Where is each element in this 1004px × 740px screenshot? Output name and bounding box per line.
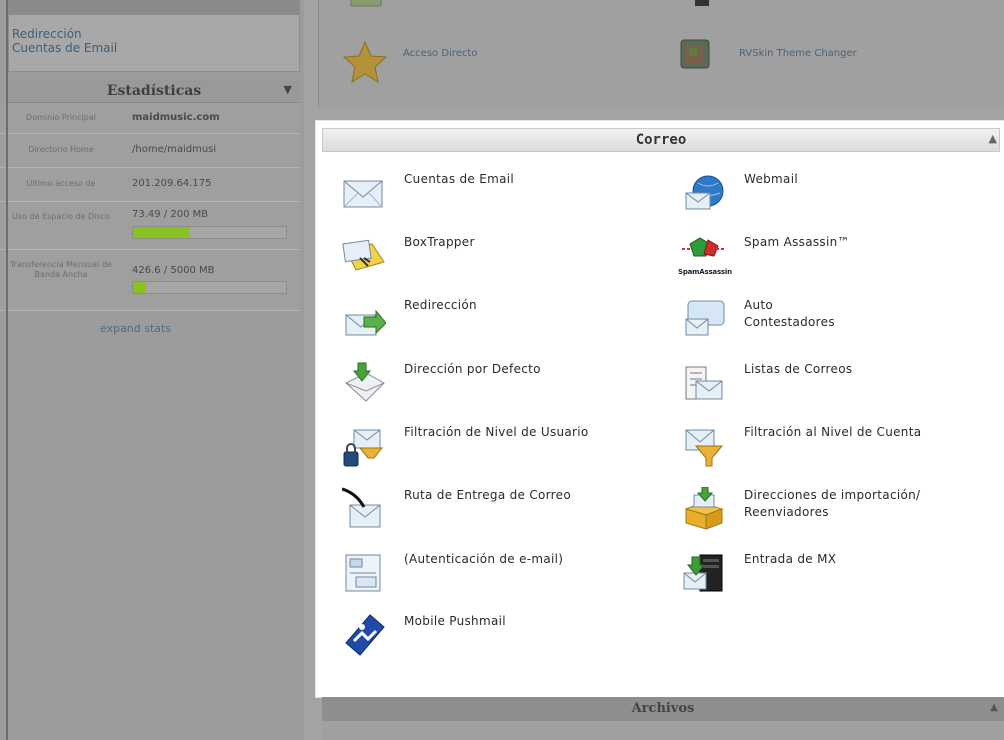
pushmail-icon <box>345 614 385 656</box>
item-label: Cuentas de Email <box>404 172 515 186</box>
collapse-arrow-icon[interactable]: ▲ <box>990 702 998 713</box>
stats-label: Dominio Principal <box>26 113 96 122</box>
item-label: BoxTrapper <box>404 235 475 249</box>
archivos-title: Archivos <box>631 701 695 716</box>
disk-usage-fill <box>133 227 190 238</box>
stats-value: maidmusic.com <box>132 112 220 123</box>
account-filter-icon <box>685 429 724 467</box>
item-label: Direcciones de importación/ Reenviadores <box>744 488 921 519</box>
tool-icon <box>695 0 709 6</box>
stats-title: Estadísticas <box>106 83 202 99</box>
item-label: Entrada de MX <box>744 552 837 566</box>
item-label: Mobile Pushmail <box>404 614 506 628</box>
item-label: Ruta de Entrega de Correo <box>404 488 571 502</box>
stats-row-last-access: Último acceso de 201.209.64.175 <box>0 168 300 202</box>
sidebar: Redirección Cuentas de Email Estadística… <box>0 0 304 740</box>
email-auth-icon <box>345 554 381 592</box>
archivos-panel: Archivos ▲ <box>322 697 1004 740</box>
default-address-icon <box>345 362 385 402</box>
top-item-label[interactable]: Acceso Directo <box>403 48 477 59</box>
item-label: Redirección <box>404 298 477 312</box>
sidebar-links-box: Redirección Cuentas de Email <box>8 14 300 72</box>
forward-envelope-icon <box>345 309 386 336</box>
autoresponder-icon <box>685 300 725 336</box>
user-filter-icon <box>343 429 384 467</box>
stats-row-disk: Uso de Espacio de Disco 73.49 / 200 MB <box>0 202 300 250</box>
stats-row-bandwidth: Transferencia Mensual de Banda Ancha 426… <box>0 250 300 311</box>
stats-row-domain: Dominio Principal maidmusic.com <box>0 103 300 134</box>
sidebar-link-cuentas-email[interactable]: Cuentas de Email <box>9 41 299 55</box>
correo-title: Correo <box>635 132 687 148</box>
expand-stats-link[interactable]: expand stats <box>100 322 171 335</box>
bandwidth-usage-bar <box>132 281 287 294</box>
stats-value: 426.6 / 5000 MB <box>132 265 215 276</box>
item-label: Listas de Correos <box>744 362 853 376</box>
sidebar-top-strip <box>8 0 300 14</box>
page-canvas: Redirección Cuentas de Email Estadística… <box>0 0 1004 740</box>
item-label: (Autenticación de e-mail) <box>404 552 564 566</box>
sidebar-link-redireccion[interactable]: Redirección <box>9 27 299 41</box>
collapse-arrow-icon[interactable]: ▲ <box>989 132 997 145</box>
delivery-route-icon <box>342 487 381 528</box>
correo-header[interactable]: Correo ▲ <box>322 128 1000 152</box>
star-icon[interactable] <box>343 40 387 86</box>
theme-changer-icon[interactable] <box>679 38 711 72</box>
frame-edge <box>6 0 8 740</box>
item-label: Webmail <box>744 172 798 186</box>
envelope-icon <box>343 180 383 208</box>
correo-panel: Correo ▲ Cuentas de Email Webmail BoxTra… <box>316 121 1004 697</box>
spam-assassin-caption: SpamAssassin <box>678 268 732 276</box>
stats-row-home: Directorio Home /home/maidmusi <box>0 134 300 168</box>
mx-entry-icon <box>683 554 723 592</box>
top-panel: Acceso Directo RVSkin Theme Changer <box>318 0 1004 108</box>
stats-value: /home/maidmusi <box>132 144 217 155</box>
item-label: Auto Contestadores <box>744 298 835 329</box>
stats-header[interactable]: Estadísticas ▼ <box>8 80 300 103</box>
stats-value: 201.209.64.175 <box>132 178 212 189</box>
bandwidth-usage-fill <box>133 282 146 293</box>
collapse-arrow-icon[interactable]: ▼ <box>284 83 292 96</box>
boxtrapper-icon <box>342 239 385 271</box>
disk-usage-bar <box>132 226 287 239</box>
import-addresses-icon <box>684 487 724 530</box>
item-label: Filtración al Nivel de Cuenta <box>744 425 922 439</box>
stats-label: Transferencia Mensual de Banda Ancha <box>10 260 112 279</box>
stats-table: Dominio Principal maidmusic.com Director… <box>0 103 300 311</box>
top-item-label[interactable]: RVSkin Theme Changer <box>739 48 857 59</box>
stats-label: Directorio Home <box>28 145 94 154</box>
stats-value: 73.49 / 200 MB <box>132 209 209 220</box>
folder-icon <box>350 0 382 7</box>
mailing-list-icon <box>685 366 723 400</box>
item-label: Filtración de Nivel de Usuario <box>404 425 589 439</box>
stats-label: Uso de Espacio de Disco <box>12 212 110 221</box>
stats-label: Último acceso de <box>26 179 96 188</box>
webmail-globe-icon <box>685 175 724 210</box>
archivos-header[interactable]: Archivos ▲ <box>322 697 1004 721</box>
item-label: Dirección por Defecto <box>404 362 541 376</box>
item-label: Spam Assassin™ <box>744 235 850 249</box>
